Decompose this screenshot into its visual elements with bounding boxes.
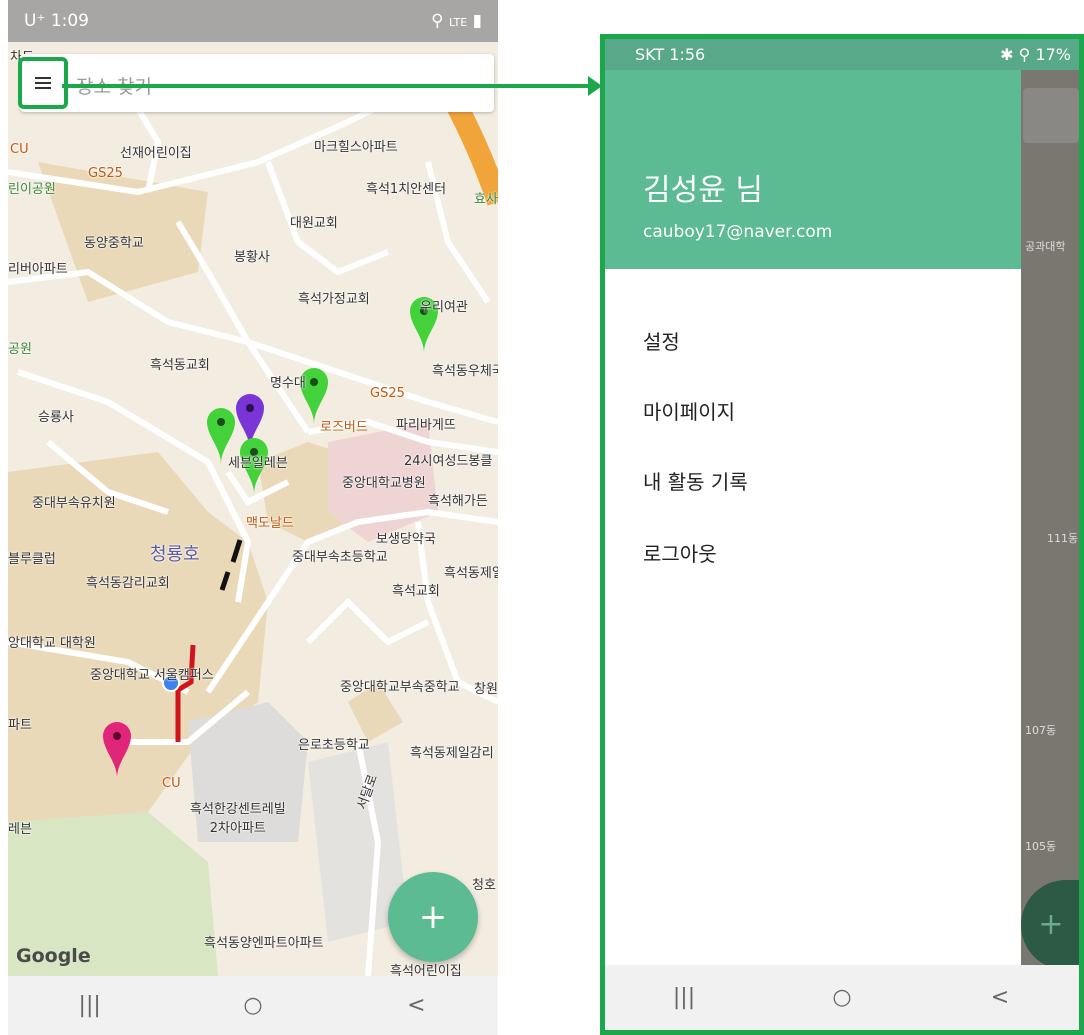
map-label: GS25: [88, 166, 123, 181]
map-label: 대원교회: [290, 216, 338, 231]
drawer-item-mypage[interactable]: 마이페이지: [643, 396, 735, 425]
map-label: 파트: [8, 718, 32, 733]
map-label: 파리바게뜨: [396, 418, 456, 433]
map-label: 동양중학교: [84, 236, 144, 251]
map-label: 흑석교회: [392, 584, 440, 599]
map-label: 중대부속유치원: [32, 496, 116, 511]
map-label: 창원: [474, 682, 498, 697]
hamburger-menu-button[interactable]: [18, 57, 68, 109]
user-email: cauboy17@naver.com: [643, 222, 833, 242]
map-label: 명수대: [270, 376, 306, 391]
map-label: 린이공원: [8, 182, 56, 197]
map-label: 24시여성드봉클: [404, 454, 493, 469]
recents-button[interactable]: |||: [60, 993, 120, 1018]
location-icon: ⚲: [431, 11, 444, 31]
dimmed-add-fab: +: [1021, 880, 1079, 970]
map-label: 블루클럽: [8, 552, 56, 567]
map-label: CU: [162, 776, 181, 791]
map-label: 중앙대학교부속중학교: [340, 680, 460, 695]
status-bar: U⁺ 1:09 ⚲ LTE ▮: [8, 0, 498, 42]
map-label: 은로초등학교: [298, 738, 370, 753]
location-icon: ⚲: [1018, 45, 1031, 64]
drawer-item-settings[interactable]: 설정: [643, 326, 680, 355]
drawer-header: 김성윤 님 cauboy17@naver.com: [605, 70, 1021, 269]
map-label: 중대부속초등학교: [292, 550, 388, 565]
dimmed-search-bar: [1023, 88, 1079, 143]
left-phone-screen: U⁺ 1:09 ⚲ LTE ▮ CU 선재어린이집 GS25 마크힐스아파트 흑…: [8, 0, 498, 1035]
map-label: 111동: [1047, 532, 1079, 545]
map-label: 105동: [1025, 840, 1057, 853]
back-button[interactable]: <: [386, 993, 446, 1018]
add-fab-button[interactable]: +: [388, 872, 478, 962]
map-label: 흑석1치안센터: [366, 182, 447, 197]
map-label: 리버아파트: [8, 262, 68, 277]
navigation-drawer: 김성윤 님 cauboy17@naver.com 설정 마이페이지 내 활동 기…: [605, 70, 1021, 1003]
map-label: 마크힐스아파트: [314, 140, 398, 155]
hamburger-menu-icon: [35, 77, 51, 89]
status-carrier-time: U⁺ 1:09: [24, 11, 89, 31]
map-label: 흑석동제일: [444, 566, 498, 581]
map-label: 로즈버드: [320, 420, 368, 435]
navigation-bar: ||| ○ <: [8, 976, 498, 1035]
map-label: 흑석동양엔파트아파트: [204, 936, 324, 951]
right-phone-screen: SKT 1:56 ✱ ⚲ 17% 공과대학 111동 107동 105동 + 김…: [600, 34, 1084, 1035]
map-label: 흑석해가든: [428, 494, 488, 509]
map-label: 107동: [1025, 724, 1057, 737]
map-label: 흑석한강센트레빌 2차아파트: [190, 802, 286, 836]
map-label: CU: [10, 142, 29, 157]
dimmed-map-background[interactable]: 공과대학 111동 107동 105동 +: [1021, 70, 1079, 1006]
home-button[interactable]: ○: [223, 993, 283, 1018]
map-label: GS25: [370, 386, 405, 401]
map-label: 효사: [474, 192, 498, 207]
plus-icon: +: [418, 897, 448, 937]
map-label: 승룡사: [38, 410, 74, 425]
status-carrier-time: SKT 1:56: [635, 45, 706, 64]
map-label: 흑석동우체국: [432, 364, 498, 379]
map-label: 공과대학: [1025, 240, 1066, 253]
search-bar[interactable]: 장소 찾기: [20, 54, 494, 112]
map-label: 흑석가정교회: [298, 292, 370, 307]
map-label: 청호: [472, 878, 496, 893]
map-label: 보생당약국: [376, 532, 436, 547]
drawer-item-logout[interactable]: 로그아웃: [643, 538, 717, 567]
map-label: 흑석동제일감리: [410, 746, 494, 761]
map-label: 중앙대학교병원: [342, 476, 426, 491]
home-button[interactable]: ○: [812, 985, 872, 1010]
recents-button[interactable]: |||: [654, 985, 714, 1010]
map-label: 우리여관: [420, 300, 468, 315]
plus-icon: +: [1038, 907, 1064, 942]
map-view[interactable]: 차도 CU 선재어린이집 GS25 마크힐스아파트 흑석1치안센터 효사 린이공…: [8, 42, 498, 976]
bluetooth-icon: ✱: [1000, 45, 1014, 64]
map-label: 세븐일레븐: [228, 456, 288, 471]
status-battery: ✱ ⚲ 17%: [1000, 45, 1071, 64]
map-label: 봉황사: [234, 250, 270, 265]
status-signal: ⚲ LTE ▮: [431, 11, 482, 31]
google-logo: Google: [16, 945, 91, 967]
status-bar: SKT 1:56 ✱ ⚲ 17%: [605, 39, 1079, 70]
map-label: 공원: [8, 342, 32, 357]
user-name: 김성윤 님: [643, 173, 763, 208]
map-label: 흑석동감리교회: [86, 576, 170, 591]
annotation-arrow: [62, 84, 590, 88]
map-label: 청룡호: [150, 544, 200, 565]
map-label: 흑석어린이집: [390, 964, 462, 976]
map-label: 선재어린이집: [120, 146, 192, 161]
map-label: 흑석동교회: [150, 358, 210, 373]
map-label: 앙대학교 대학원: [8, 636, 96, 651]
map-label: 중앙대학교 서울캠퍼스: [90, 668, 214, 683]
drawer-item-activity-log[interactable]: 내 활동 기록: [643, 466, 748, 495]
map-label: 맥도날드: [246, 516, 294, 531]
signal-icon: ▮: [472, 11, 482, 31]
back-button[interactable]: <: [970, 985, 1030, 1010]
map-label: 레븐: [8, 822, 32, 837]
navigation-bar: ||| ○ <: [605, 965, 1079, 1030]
